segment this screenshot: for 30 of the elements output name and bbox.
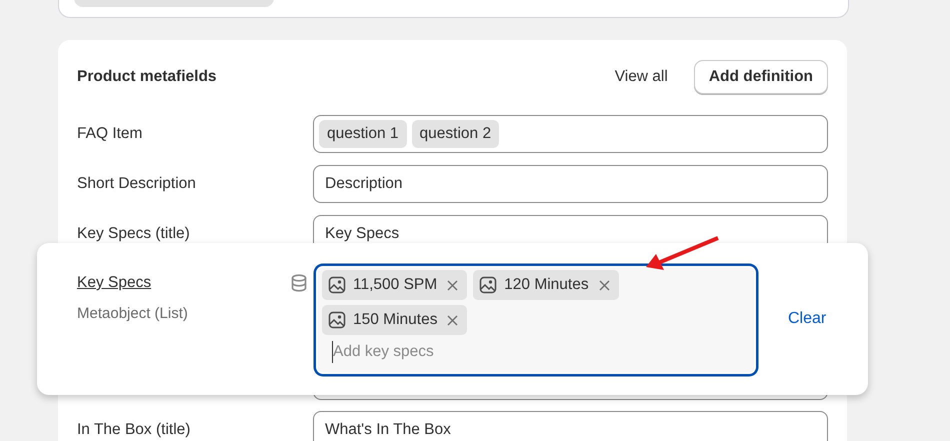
- database-icon: [291, 274, 307, 292]
- card-title: Product metafields: [77, 68, 217, 86]
- image-icon: [328, 276, 346, 294]
- tag-chip[interactable]: question 1: [319, 120, 407, 148]
- entry-label: 11,500 SPM: [353, 276, 438, 294]
- image-icon: [479, 276, 498, 294]
- entry-label: 120 Minutes: [504, 276, 589, 294]
- view-all-link[interactable]: View all: [614, 68, 668, 86]
- text-field[interactable]: Description: [313, 165, 828, 203]
- close-icon[interactable]: [447, 280, 458, 290]
- entry-chip[interactable]: 150 Minutes: [322, 305, 468, 335]
- entry-label: 150 Minutes: [353, 311, 438, 329]
- field-type: Metaobject (List): [77, 305, 189, 322]
- tag-field[interactable]: question 1 question 2: [313, 115, 828, 153]
- close-icon[interactable]: [447, 314, 458, 326]
- field-label-link[interactable]: Key Specs: [77, 274, 152, 292]
- close-icon[interactable]: [598, 280, 610, 290]
- list-field[interactable]: 11,500 SPM 120 Minutes 150 Minutes Add key specs: [314, 264, 758, 376]
- entry-chip[interactable]: 11,500 SPM: [322, 270, 468, 300]
- field-label: In The Box (title): [77, 421, 192, 439]
- add-definition-button[interactable]: Add definition: [694, 60, 828, 94]
- field-label: FAQ Item: [77, 125, 144, 143]
- field-label: Key Specs (title): [77, 225, 191, 243]
- clear-link[interactable]: Clear: [788, 310, 826, 328]
- tag-chip[interactable]: question 2: [412, 120, 500, 148]
- field-label: Short Description: [77, 175, 197, 193]
- text-field[interactable]: What's In The Box: [313, 411, 828, 441]
- entry-chip[interactable]: 120 Minutes: [473, 270, 619, 300]
- add-entry-input[interactable]: Add key specs: [332, 341, 750, 363]
- image-icon: [328, 311, 346, 329]
